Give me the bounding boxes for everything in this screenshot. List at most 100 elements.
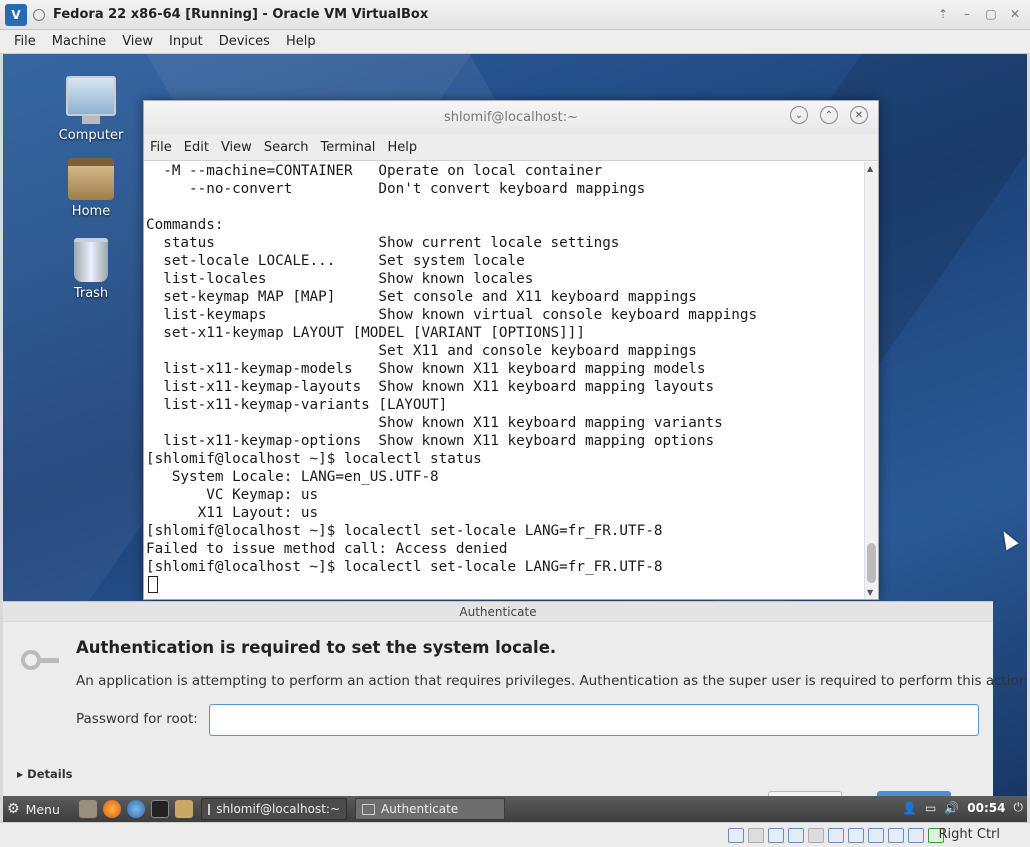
terminal-window: shlomif@localhost:~ ⌄ ⌃ ✕ File Edit View… [143, 100, 879, 600]
mouse-integration-icon[interactable] [908, 828, 924, 843]
system-tray: 👤 ▭ 🔊 00:54 ⏻ [902, 800, 1023, 815]
terminal-line: VC Keymap: us [146, 487, 319, 503]
network-icon[interactable] [788, 828, 804, 843]
panel-menu-button[interactable]: ⚙ Menu [3, 801, 73, 817]
terminal-menu-help[interactable]: Help [381, 140, 423, 155]
folder-launcher-icon[interactable] [175, 800, 193, 818]
maximize-icon[interactable]: ⌃ [820, 106, 838, 124]
host-key-label: Right Ctrl [938, 827, 1001, 842]
host-menu-input[interactable]: Input [161, 34, 211, 49]
panel-menu-label: Menu [25, 801, 60, 817]
host-menu-devices[interactable]: Devices [211, 34, 278, 49]
key-icon [362, 803, 375, 815]
terminal-line: status Show current locale settings [146, 235, 620, 251]
terminal-menu-edit[interactable]: Edit [178, 140, 215, 155]
firefox-launcher-icon[interactable] [103, 800, 121, 818]
terminal-line: [shlomif@localhost ~]$ localectl set-loc… [146, 523, 663, 539]
home-folder-icon [68, 158, 114, 200]
password-label: Password for root: [76, 711, 198, 727]
display-icon[interactable] [848, 828, 864, 843]
terminal-line: -M --machine=CONTAINER Operate on local … [146, 163, 603, 179]
terminal-line: set-x11-keymap LAYOUT [MODEL [VARIANT [O… [146, 325, 585, 341]
desktop-icon-label: Home [71, 204, 111, 219]
desktop-icon-home[interactable]: Home [51, 158, 131, 219]
hard-disk-icon[interactable] [728, 828, 744, 843]
gear-icon: ⚙ [7, 801, 20, 817]
device-status-icons [728, 828, 944, 843]
minimize-icon[interactable]: ⌄ [790, 106, 808, 124]
host-menu-view[interactable]: View [114, 34, 161, 49]
terminal-line: list-x11-keymap-layouts Show known X11 k… [146, 379, 715, 395]
panel-clock[interactable]: 00:54 [967, 801, 1005, 815]
terminal-menubar: File Edit View Search Terminal Help [144, 134, 878, 161]
expander-arrow-icon: ▶ [17, 770, 24, 779]
guest-screen: Computer Home Trash shlomif@localhost:~ … [3, 54, 1027, 822]
terminal-line: Set X11 and console keyboard mappings [146, 343, 697, 359]
terminal-line: Commands: [146, 217, 224, 233]
auth-heading: Authentication is required to set the sy… [76, 638, 557, 657]
vt-x-icon[interactable] [888, 828, 904, 843]
scroll-up-icon[interactable]: ▲ [867, 164, 873, 173]
desktop-icon-label: Trash [73, 286, 109, 301]
terminal-prompt-line [144, 576, 866, 594]
taskbar-item-authenticate[interactable]: Authenticate [355, 798, 505, 820]
terminal-titlebar[interactable]: shlomif@localhost:~ ⌄ ⌃ ✕ [144, 101, 878, 134]
shutdown-icon[interactable]: ⏻ [1014, 800, 1024, 815]
trash-icon [74, 238, 108, 282]
terminal-line: list-x11-keymap-options Show known X11 k… [146, 433, 715, 449]
shared-folders-icon[interactable] [828, 828, 844, 843]
terminal-title: shlomif@localhost:~ [443, 110, 579, 125]
user-icon[interactable]: 👤 [902, 801, 917, 815]
display-icon[interactable]: ▭ [925, 801, 936, 815]
host-menu-help[interactable]: Help [278, 34, 324, 49]
desktop-icon-label: Computer [58, 128, 124, 143]
terminal-line: [shlomif@localhost ~]$ localectl status [146, 451, 482, 467]
auth-message: An application is attempting to perform … [76, 673, 1027, 689]
terminal-icon [208, 803, 211, 815]
file-manager-launcher-icon[interactable] [79, 800, 97, 818]
taskbar-item-terminal[interactable]: shlomif@localhost:~ [201, 798, 347, 820]
minimize-icon[interactable]: – [960, 7, 974, 21]
volume-icon[interactable]: 🔊 [944, 801, 959, 815]
taskbar-item-label: Authenticate [381, 802, 459, 816]
password-input[interactable] [209, 704, 979, 736]
shade-icon[interactable]: ⇡ [936, 7, 950, 21]
terminal-line: set-locale LOCALE... Set system locale [146, 253, 525, 269]
terminal-menu-view[interactable]: View [215, 140, 258, 155]
pin-icon[interactable] [33, 8, 45, 21]
terminal-line: set-keymap MAP [MAP] Set console and X11… [146, 289, 697, 305]
close-icon[interactable]: ✕ [850, 106, 868, 124]
optical-drive-icon[interactable] [748, 828, 764, 843]
terminal-output[interactable]: -M --machine=CONTAINER Operate on local … [144, 162, 866, 599]
terminal-menu-search[interactable]: Search [258, 140, 315, 155]
maximize-icon[interactable]: ▢ [984, 7, 998, 21]
close-icon[interactable]: ✕ [1008, 7, 1022, 21]
host-window-controls: ⇡ – ▢ ✕ [936, 7, 1022, 21]
host-menu-file[interactable]: File [0, 34, 44, 49]
guest-taskbar: ⚙ Menu shlomif@localhost:~ Authenticate … [3, 796, 1027, 822]
terminal-line: [shlomif@localhost ~]$ localectl set-loc… [146, 559, 663, 575]
desktop-icon-computer[interactable]: Computer [51, 76, 131, 143]
dialog-title: Authenticate [3, 602, 993, 622]
audio-icon[interactable] [768, 828, 784, 843]
details-expander[interactable]: ▶ Details [17, 767, 73, 781]
terminal-line: Show known X11 keyboard mapping variants [146, 415, 723, 431]
computer-icon [66, 76, 116, 124]
scroll-down-icon[interactable]: ▼ [867, 588, 873, 597]
terminal-line: X11 Layout: us [146, 505, 319, 521]
host-menu-machine[interactable]: Machine [44, 34, 114, 49]
terminal-menu-terminal[interactable]: Terminal [314, 140, 381, 155]
terminal-launcher-icon[interactable] [151, 800, 169, 818]
terminal-menu-file[interactable]: File [144, 140, 178, 155]
video-capture-icon[interactable] [868, 828, 884, 843]
terminal-scrollbar[interactable]: ▲ ▼ [864, 162, 878, 599]
terminal-line: list-x11-keymap-models Show known X11 ke… [146, 361, 706, 377]
thunderbird-launcher-icon[interactable] [127, 800, 145, 818]
scrollbar-thumb[interactable] [867, 543, 876, 583]
terminal-cursor [148, 576, 158, 593]
desktop-icon-trash[interactable]: Trash [51, 238, 131, 301]
host-statusbar: Right Ctrl [0, 822, 1030, 847]
usb-icon[interactable] [808, 828, 824, 843]
authenticate-dialog: Authenticate Authentication is required … [3, 601, 1027, 801]
